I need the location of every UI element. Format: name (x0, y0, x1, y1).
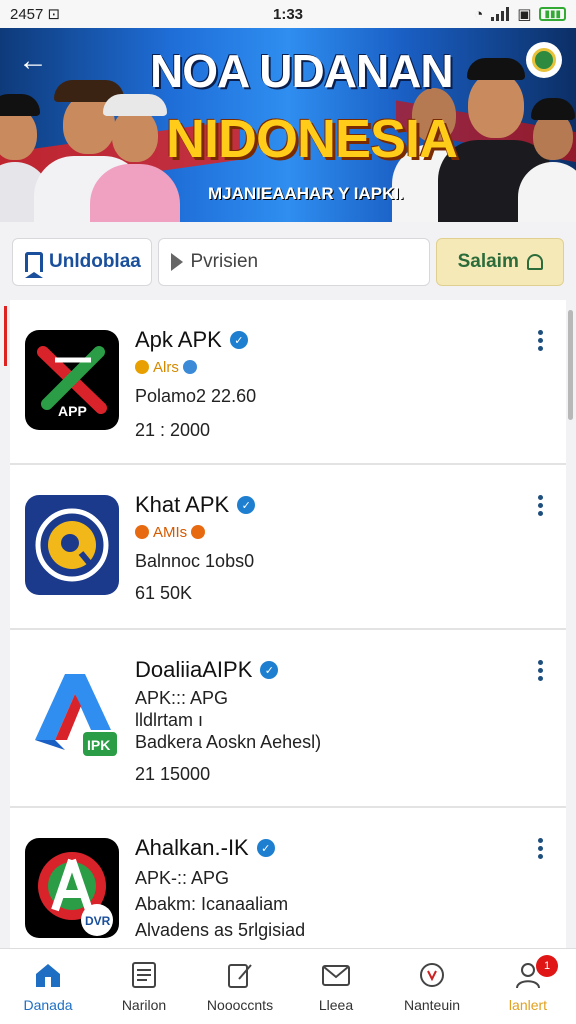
app-detail: lldlrtam ı (135, 710, 204, 730)
app-icon: APP (25, 330, 119, 430)
hero-banner: ← NOA UDANAN NIDONESIA MJANIEAAHAR Y IAP… (0, 28, 576, 222)
nav-item-home[interactable]: Danada (0, 949, 96, 1024)
status-icons: ◔ ▣ ▮▮▮ (386, 5, 566, 23)
rating-dot-icon (135, 525, 149, 539)
app-downloads: 61 50K (135, 583, 193, 603)
nav-item-documents[interactable]: Noooccnts (192, 949, 288, 1024)
more-options-icon[interactable] (538, 495, 544, 516)
app-name-row[interactable]: Ahalkan.-IK ✓ (135, 835, 275, 861)
banner-title-line1: NOA UDANAN (150, 45, 454, 97)
status-left-text: 2457 ⊡ (10, 6, 61, 23)
shield-icon (420, 963, 444, 987)
scrollbar[interactable] (568, 310, 573, 420)
tab-brand-label: Unldoblaa (49, 251, 141, 272)
app-downloads: 21 : 2000 (135, 420, 211, 440)
app-detail: Balnnoc 1obs0 (135, 551, 255, 571)
banner-title-line2: NIDONESIA (166, 109, 458, 169)
status-time: 1:33 (272, 5, 304, 23)
more-options-icon[interactable] (538, 838, 544, 859)
sim-icon: ▣ (517, 6, 532, 23)
bookmark-icon (25, 252, 43, 278)
nav-label: Lleea (318, 997, 354, 1013)
verified-icon: ✓ (256, 839, 275, 857)
app-icon: DVR (25, 838, 119, 938)
app-meta: AMIs (135, 523, 206, 544)
app-description: Alvadens as 5rlgisiad (135, 920, 306, 940)
list-item[interactable]: APP Apk APK ✓ Alrs Polamo2 22.60 21 : 20… (10, 300, 566, 465)
app-meta: APK-:: APG (135, 868, 230, 888)
nav-label: lanlert (508, 997, 548, 1013)
tab-brand[interactable]: Unldoblaa (12, 238, 152, 286)
list-accent-marker (4, 306, 7, 366)
app-detail: Abakm: Icanaaliam (135, 894, 289, 914)
app-icon: IPK (25, 660, 119, 760)
verified-icon: ✓ (260, 661, 279, 679)
toolbar-row: Unldoblaa Pvrisien Salaim (12, 238, 564, 286)
app-icon-text: APP (58, 403, 87, 419)
app-detail: Polamo2 22.60 (135, 386, 257, 406)
verified-icon: ✓ (229, 331, 248, 349)
nav-label: Danada (23, 997, 73, 1013)
info-dot-icon (191, 525, 206, 539)
save-label: Salaim (457, 251, 519, 272)
list-item[interactable]: DVR Ahalkan.-IK ✓ APK-:: APG Abakm: Ican… (10, 808, 566, 948)
nav-item-list[interactable]: Narilon (96, 949, 192, 1024)
more-options-icon[interactable] (538, 330, 544, 351)
list-item[interactable]: IPK DoaliiaAIPK ✓ APK::: APG lldlrtam ı … (10, 630, 566, 808)
alarm-icon: ◔ (474, 5, 484, 23)
bell-icon (526, 254, 543, 270)
nav-item-profile[interactable]: lanlert 1 (480, 949, 576, 1024)
app-downloads: 21 15000 (135, 764, 211, 784)
search-input[interactable]: Pvrisien (157, 238, 431, 286)
app-meta: Alrs (135, 358, 197, 379)
app-list: APP Apk APK ✓ Alrs Polamo2 22.60 21 : 20… (10, 300, 566, 948)
app-name-row[interactable]: Khat APK ✓ (135, 492, 256, 518)
nav-item-shield[interactable]: Nanteuin (384, 949, 480, 1024)
list-item[interactable]: Khat APK ✓ AMIs Balnnoc 1obs0 61 50K (10, 465, 566, 630)
info-dot-icon (182, 360, 197, 374)
status-bar: 2457 ⊡ 1:33 ◔ ▣ ▮▮▮ (0, 0, 576, 28)
emblem-logo (526, 42, 562, 78)
nav-label: Nanteuin (403, 997, 461, 1013)
app-description: Badkera Aoskn Aehesl) (135, 732, 322, 752)
play-icon (170, 253, 183, 271)
document-edit-icon (228, 964, 252, 988)
app-icon (25, 495, 119, 595)
more-options-icon[interactable] (538, 660, 544, 681)
signal-icon (491, 7, 510, 21)
list-icon (132, 962, 156, 988)
app-name-row[interactable]: DoaliiaAIPK ✓ (135, 657, 279, 683)
app-name: Apk APK (135, 327, 222, 352)
app-name: Ahalkan.-IK (135, 835, 249, 860)
banner-subtitle: MJANIEAAHAR Y IAPKI. (208, 184, 404, 203)
bottom-nav: Danada Narilon Noooccnts Lleea Nanteuin … (0, 948, 576, 1024)
home-icon (36, 964, 60, 987)
battery-icon: ▮▮▮ (539, 7, 566, 21)
back-arrow-icon[interactable]: ← (18, 46, 52, 80)
nav-item-mail[interactable]: Lleea (288, 949, 384, 1024)
nav-label: Narilon (121, 997, 167, 1013)
mail-icon (322, 965, 350, 986)
search-placeholder: Pvrisien (190, 251, 259, 272)
app-name-row[interactable]: Apk APK ✓ (135, 327, 248, 353)
notification-badge: 1 (536, 955, 558, 977)
verified-icon: ✓ (237, 496, 256, 514)
rating-dot-icon (135, 360, 149, 374)
app-name: DoaliiaAIPK (135, 657, 253, 682)
save-button[interactable]: Salaim (436, 238, 564, 286)
app-icon-text: IPK (87, 737, 110, 753)
app-name: Khat APK (135, 492, 230, 517)
app-meta: APK::: APG (135, 688, 229, 708)
banner-person (518, 98, 576, 222)
nav-label: Noooccnts (206, 997, 274, 1013)
app-icon-text: DVR (85, 914, 111, 928)
